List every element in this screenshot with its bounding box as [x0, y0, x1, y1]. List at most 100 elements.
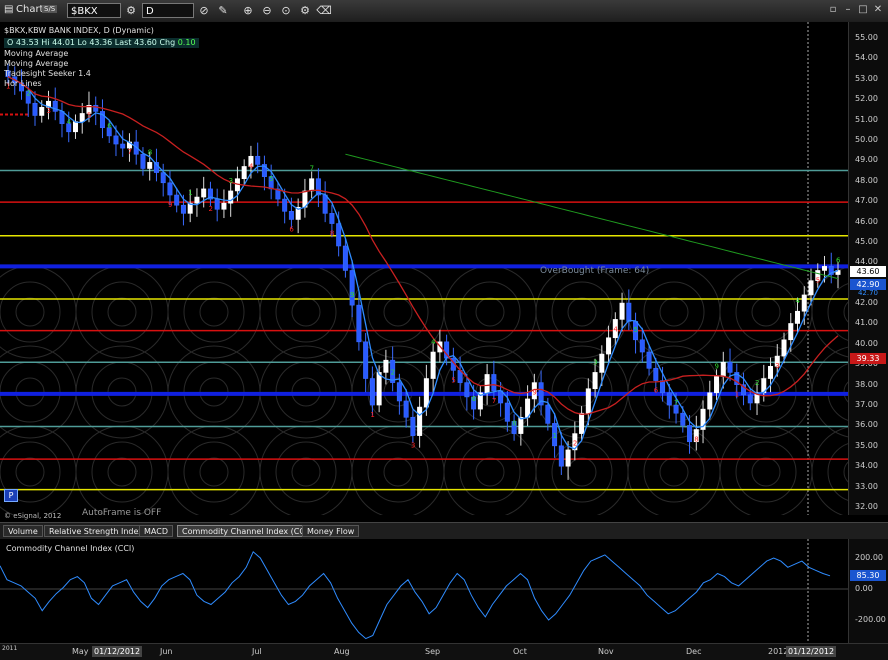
- legend-title: $BKX,KBW BANK INDEX, D (Dynamic): [4, 26, 154, 35]
- background-circle: [735, 441, 797, 503]
- candle-body: [167, 182, 173, 196]
- candle-body: [79, 113, 85, 122]
- price-chart-svg: 1234567 89123456789123456 7891234 567891234…: [0, 22, 848, 515]
- candle-body: [579, 412, 585, 434]
- minimize-icon[interactable]: –: [841, 3, 855, 17]
- background-circle: [15, 297, 45, 327]
- candle-body: [808, 280, 814, 296]
- price-tick: 41.00: [855, 318, 878, 328]
- candle-body: [491, 374, 497, 392]
- tab-money-flow[interactable]: Money Flow: [302, 525, 360, 537]
- candle-body: [201, 188, 207, 198]
- seeker-count: 1: [735, 391, 739, 399]
- price-tick: 33.00: [855, 481, 878, 491]
- ma-slow-box: 39.33: [850, 353, 886, 364]
- background-circle: [275, 441, 337, 503]
- candle-body: [174, 194, 180, 206]
- candle-body: [660, 380, 666, 394]
- cci-tick: 0.00: [855, 584, 873, 593]
- tab-rsi[interactable]: Relative Strength Index: [44, 525, 148, 537]
- quote-strip: O 43.53 Hi 44.01 Lo 43.36 Last 43.60 Chg…: [4, 38, 199, 48]
- candle-body: [727, 361, 733, 373]
- candle-body: [356, 304, 362, 343]
- candle-body: [504, 402, 510, 422]
- background-circle: [383, 297, 413, 327]
- price-tick: 34.00: [855, 461, 878, 471]
- autoframe-label: AutoFrame is OFF: [82, 508, 162, 518]
- zoom-out-icon[interactable]: ⊖: [259, 3, 275, 19]
- study-item[interactable]: Moving Average: [4, 59, 91, 69]
- chg-value: 0.10: [177, 38, 196, 47]
- seeker-count: 4: [431, 338, 436, 346]
- price-tick: 35.00: [855, 440, 878, 450]
- candle-body: [680, 412, 686, 426]
- pencil-icon[interactable]: ✎: [215, 3, 231, 19]
- symbol-input[interactable]: $BKX: [67, 3, 121, 18]
- price-tick: 53.00: [855, 73, 878, 83]
- gear-icon[interactable]: ⚙: [123, 3, 139, 19]
- background-circle: [291, 457, 321, 487]
- price-tick: 50.00: [855, 134, 878, 144]
- background-circle: [167, 265, 261, 359]
- close-icon[interactable]: ✕: [871, 3, 885, 17]
- last-value: 43.60: [133, 38, 157, 47]
- seeker-count: 5: [451, 376, 455, 384]
- time-axis[interactable]: 2011 May Jun Jul Aug Sep Oct Nov Dec 201…: [0, 643, 888, 660]
- price-tick: 46.00: [855, 216, 878, 226]
- month-label: Sep: [425, 647, 441, 656]
- tab-macd[interactable]: MACD: [139, 525, 173, 537]
- low-value: 43.36: [89, 38, 113, 47]
- price-axis[interactable]: 55.00 54.00 53.00 52.00 51.00 50.00 49.00 48.00…: [848, 22, 888, 515]
- candle-body: [376, 372, 382, 406]
- settings-icon[interactable]: ⚙: [297, 3, 313, 19]
- background-circle: [183, 281, 245, 343]
- tab-cci[interactable]: Commodity Channel Index (CCI): [177, 525, 316, 537]
- study-item[interactable]: Hor Lines: [4, 79, 91, 89]
- background-circle: [751, 457, 781, 487]
- study-item[interactable]: Tradesight Seeker 1.4: [4, 69, 91, 79]
- zoom-in-icon[interactable]: ⊕: [240, 3, 256, 19]
- tab-volume[interactable]: Volume: [3, 525, 43, 537]
- open-label: O: [7, 38, 14, 47]
- price-chart-pane[interactable]: 1234567891234567891234567891234567891234…: [0, 22, 848, 515]
- cci-title: Commodity Channel Index (CCI): [6, 544, 135, 553]
- pin-icon[interactable]: ▫: [826, 3, 840, 17]
- background-circle: [659, 457, 689, 487]
- month-label: Oct: [513, 647, 527, 656]
- seeker-count: 7: [674, 399, 678, 407]
- cci-pane[interactable]: [0, 539, 848, 643]
- candle-body: [342, 245, 348, 271]
- link-icon[interactable]: ⊘: [196, 3, 212, 19]
- play-icon[interactable]: ⊙: [278, 3, 294, 19]
- seeker-count: 7: [492, 397, 496, 405]
- eraser-icon[interactable]: ⌫: [316, 3, 332, 19]
- cci-tick: -200.00: [855, 615, 886, 624]
- candle-body: [336, 223, 342, 247]
- background-circle: [199, 457, 229, 487]
- candle-body: [140, 153, 146, 169]
- candle-body: [545, 404, 551, 424]
- chart-toolbar: ▤ Chart S/S $BKX ⚙ D ⊘ ✎ ⊕ ⊖ ⊙ ⚙ ⌫ ▫ – □…: [0, 0, 888, 23]
- background-circle: [383, 457, 413, 487]
- seeker-count: 3: [46, 107, 50, 115]
- candle-body: [822, 266, 828, 271]
- cursor-date-right: 01/12/2012: [786, 646, 837, 657]
- high-value: 44.01: [52, 38, 75, 47]
- candle-body: [720, 361, 726, 377]
- candle-body: [72, 121, 78, 133]
- maximize-icon[interactable]: □: [856, 3, 870, 17]
- ma-long-line: [345, 153, 839, 280]
- candle-body: [403, 400, 409, 418]
- candle-body: [214, 198, 220, 210]
- cci-last-box: 85.30: [850, 570, 886, 581]
- p-button[interactable]: P: [4, 489, 18, 502]
- seeker-count: 4: [249, 162, 254, 170]
- seeker-count: 8: [330, 230, 334, 238]
- study-item[interactable]: Moving Average: [4, 49, 91, 59]
- background-circle: [367, 441, 429, 503]
- background-circle: [643, 441, 705, 503]
- interval-input[interactable]: D: [142, 3, 194, 18]
- cci-axis[interactable]: 200.00 0.00 -200.00 85.30: [848, 539, 888, 643]
- candle-body: [646, 351, 652, 369]
- candle-body: [639, 339, 645, 353]
